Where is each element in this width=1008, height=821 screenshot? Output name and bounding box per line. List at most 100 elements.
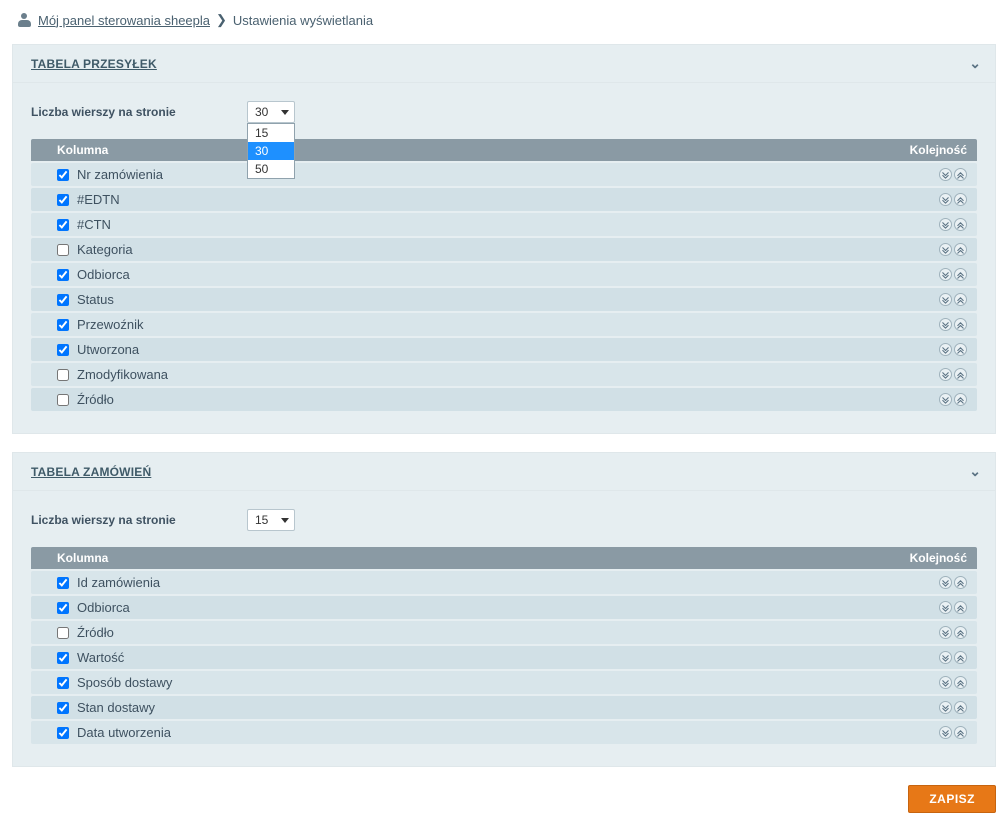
column-label: #EDTN [77,192,120,207]
column-label: Status [77,292,114,307]
rows-per-page-dropdown[interactable]: 153050 [247,123,295,179]
column-header-order: Kolejność [910,143,967,157]
move-down-button[interactable] [939,218,952,231]
move-up-button[interactable] [954,168,967,181]
column-row: Stan dostawy [31,696,977,719]
column-header-name: Kolumna [57,143,108,157]
column-checkbox[interactable] [57,294,69,306]
move-down-button[interactable] [939,393,952,406]
move-down-button[interactable] [939,293,952,306]
column-label: Sposób dostawy [77,675,172,690]
move-up-button[interactable] [954,726,967,739]
column-label: Nr zamówienia [77,167,163,182]
collapse-icon[interactable]: ⌄ [969,55,981,72]
column-row: #EDTN [31,188,977,211]
move-down-button[interactable] [939,651,952,664]
column-checkbox[interactable] [57,319,69,331]
move-down-button[interactable] [939,368,952,381]
column-label: Źródło [77,392,114,407]
column-checkbox[interactable] [57,344,69,356]
move-down-button[interactable] [939,576,952,589]
column-row: Wartość [31,646,977,669]
column-row: Odbiorca [31,596,977,619]
column-checkbox[interactable] [57,627,69,639]
move-up-button[interactable] [954,343,967,356]
column-row: Data utworzenia [31,721,977,744]
column-checkbox[interactable] [57,394,69,406]
move-up-button[interactable] [954,318,967,331]
column-row: Nr zamówienia [31,163,977,186]
chevron-down-icon [281,518,289,523]
move-up-button[interactable] [954,651,967,664]
column-checkbox[interactable] [57,244,69,256]
move-up-button[interactable] [954,218,967,231]
dropdown-option[interactable]: 30 [248,142,294,160]
panel-title: TABELA ZAMÓWIEŃ [31,465,151,479]
user-icon [18,13,32,27]
breadcrumb-home-link[interactable]: Mój panel sterowania sheepla [38,13,210,28]
column-checkbox[interactable] [57,677,69,689]
move-down-button[interactable] [939,193,952,206]
move-up-button[interactable] [954,576,967,589]
chevron-right-icon: ❯ [216,12,227,28]
breadcrumb: Mój panel sterowania sheepla ❯ Ustawieni… [12,8,996,34]
move-down-button[interactable] [939,343,952,356]
column-row: Źródło [31,388,977,411]
move-up-button[interactable] [954,393,967,406]
column-checkbox[interactable] [57,727,69,739]
move-down-button[interactable] [939,626,952,639]
rows-per-page-label: Liczba wierszy na stronie [31,105,231,119]
move-up-button[interactable] [954,368,967,381]
move-up-button[interactable] [954,193,967,206]
column-row: Id zamówienia [31,571,977,594]
move-down-button[interactable] [939,601,952,614]
column-checkbox[interactable] [57,194,69,206]
move-up-button[interactable] [954,243,967,256]
column-label: Kategoria [77,242,133,257]
column-header-order: Kolejność [910,551,967,565]
panel-shipments: TABELA PRZESYŁEK ⌄ Liczba wierszy na stron… [12,44,996,434]
column-label: Stan dostawy [77,700,155,715]
column-row: #CTN [31,213,977,236]
move-down-button[interactable] [939,318,952,331]
move-up-button[interactable] [954,626,967,639]
column-checkbox[interactable] [57,219,69,231]
column-label: #CTN [77,217,111,232]
move-up-button[interactable] [954,268,967,281]
column-row: Źródło [31,621,977,644]
collapse-icon[interactable]: ⌄ [969,463,981,480]
column-checkbox[interactable] [57,169,69,181]
move-down-button[interactable] [939,268,952,281]
dropdown-option[interactable]: 50 [248,160,294,178]
move-down-button[interactable] [939,243,952,256]
rows-per-page-select[interactable]: 30 [247,101,295,123]
column-row: Kategoria [31,238,977,261]
column-label: Data utworzenia [77,725,171,740]
move-down-button[interactable] [939,676,952,689]
rows-per-page-value: 30 [255,105,268,119]
move-down-button[interactable] [939,168,952,181]
rows-per-page-select[interactable]: 15 [247,509,295,531]
move-down-button[interactable] [939,701,952,714]
column-label: Odbiorca [77,600,130,615]
move-up-button[interactable] [954,676,967,689]
column-checkbox[interactable] [57,269,69,281]
column-row: Sposób dostawy [31,671,977,694]
column-checkbox[interactable] [57,602,69,614]
panel-title: TABELA PRZESYŁEK [31,57,157,71]
column-row: Utworzona [31,338,977,361]
move-down-button[interactable] [939,726,952,739]
column-checkbox[interactable] [57,702,69,714]
move-up-button[interactable] [954,701,967,714]
column-checkbox[interactable] [57,577,69,589]
move-up-button[interactable] [954,293,967,306]
breadcrumb-current: Ustawienia wyświetlania [233,13,373,28]
column-checkbox[interactable] [57,369,69,381]
save-button[interactable]: ZAPISZ [908,785,996,813]
column-checkbox[interactable] [57,652,69,664]
column-row: Przewoźnik [31,313,977,336]
move-up-button[interactable] [954,601,967,614]
column-row: Odbiorca [31,263,977,286]
column-label: Przewoźnik [77,317,143,332]
dropdown-option[interactable]: 15 [248,124,294,142]
